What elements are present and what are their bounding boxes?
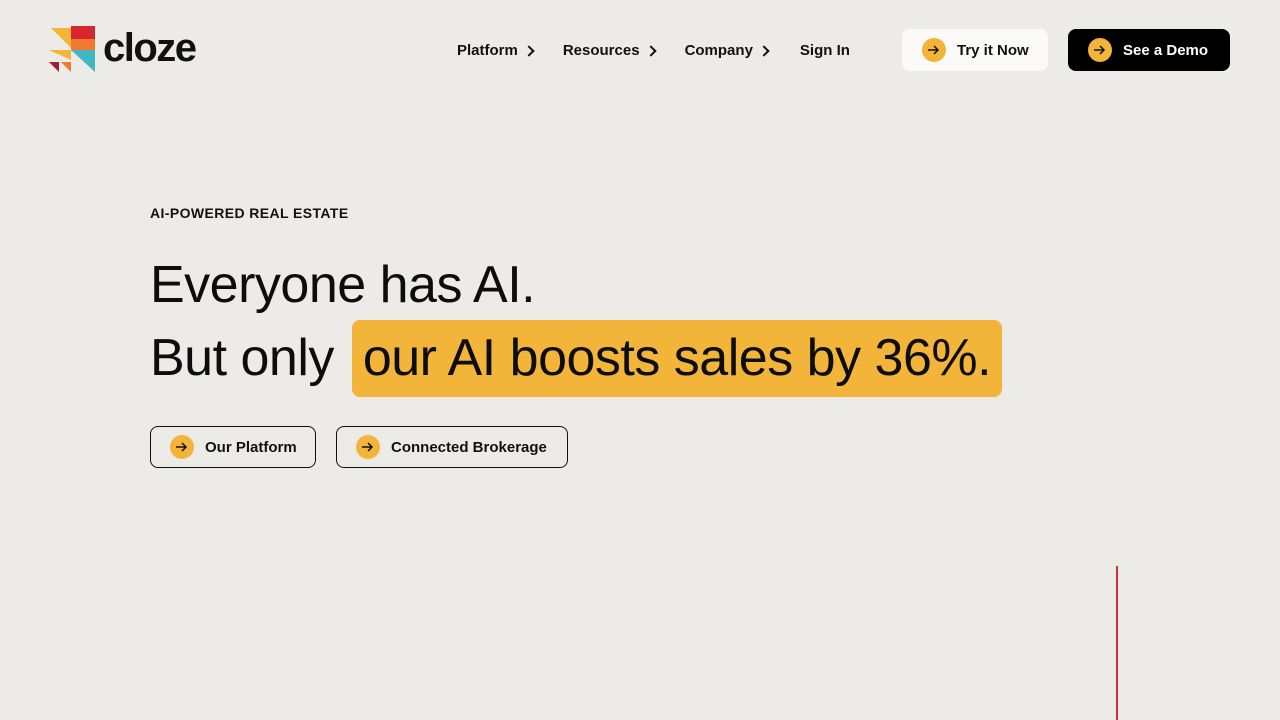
decorative-red-line <box>1116 566 1118 720</box>
main-nav: Platform Resources Company Sign In <box>457 36 850 64</box>
our-platform-button[interactable]: Our Platform <box>150 426 316 468</box>
arrow-right-icon <box>1088 38 1112 62</box>
headline-highlight: our AI boosts sales by 36%. <box>351 320 1003 397</box>
cloze-logo-mark <box>49 26 95 72</box>
hero-eyebrow: AI-POWERED REAL ESTATE <box>150 205 349 221</box>
connected-brokerage-label: Connected Brokerage <box>391 438 547 456</box>
chevron-right-icon <box>523 44 535 57</box>
headline-line-2: But only our AI boosts sales by 36%. <box>150 320 1003 397</box>
arrow-right-icon <box>922 38 946 62</box>
arrow-right-icon <box>356 435 380 459</box>
headline-prefix: But only <box>150 329 334 387</box>
see-a-demo-label: See a Demo <box>1123 41 1209 59</box>
nav-platform[interactable]: Platform <box>457 41 535 59</box>
hero-headline: Everyone has AI. But only our AI boosts … <box>150 250 1003 397</box>
headline-line-1: Everyone has AI. <box>150 256 536 314</box>
nav-resources-label: Resources <box>562 41 640 59</box>
cloze-logo[interactable]: cloze <box>49 26 197 74</box>
our-platform-label: Our Platform <box>205 438 297 456</box>
chevron-right-icon <box>758 44 770 57</box>
see-a-demo-button[interactable]: See a Demo <box>1068 29 1230 71</box>
nav-company-label: Company <box>684 41 753 59</box>
connected-brokerage-button[interactable]: Connected Brokerage <box>336 426 568 468</box>
nav-platform-label: Platform <box>457 41 518 59</box>
logo-wordmark: cloze <box>103 26 197 70</box>
nav-resources[interactable]: Resources <box>562 41 657 59</box>
nav-company[interactable]: Company <box>684 41 770 59</box>
try-it-now-label: Try it Now <box>957 41 1029 59</box>
arrow-right-icon <box>170 435 194 459</box>
try-it-now-button[interactable]: Try it Now <box>902 29 1048 71</box>
nav-sign-in[interactable]: Sign In <box>800 42 850 59</box>
chevron-right-icon <box>644 44 657 57</box>
nav-sign-in-label: Sign In <box>799 41 850 59</box>
